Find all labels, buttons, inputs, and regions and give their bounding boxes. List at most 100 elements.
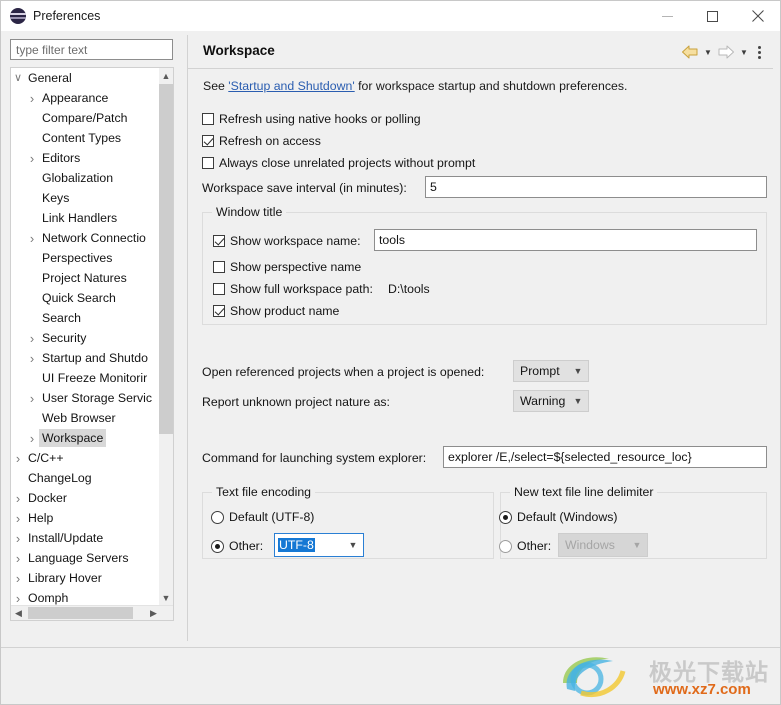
tree-item-changelog[interactable]: ChangeLog (11, 468, 161, 488)
tree-vertical-scrollbar[interactable]: ▲ ▼ (159, 68, 173, 606)
tree-item-perspectives[interactable]: Perspectives (11, 248, 161, 268)
checkbox-always-close-unrelated[interactable]: Always close unrelated projects without … (202, 156, 475, 170)
checkbox-box (213, 261, 225, 273)
checkbox-show-full-workspace-path[interactable]: Show full workspace path: (213, 282, 373, 296)
checkbox-refresh-on-access[interactable]: Refresh on access (202, 134, 321, 148)
tree-item-project-natures[interactable]: Project Natures (11, 268, 161, 288)
radio-encoding-default[interactable]: Default (UTF-8) (211, 510, 314, 524)
scroll-right-icon[interactable]: ▶ (146, 606, 161, 620)
checkbox-refresh-native-hooks[interactable]: Refresh using native hooks or polling (202, 112, 421, 126)
minimize-icon[interactable] (645, 1, 690, 31)
chevron-right-icon[interactable]: › (25, 332, 39, 345)
close-icon[interactable] (735, 1, 780, 31)
save-interval-label: Workspace save interval (in minutes): (202, 181, 407, 195)
tree-horizontal-scrollbar[interactable]: ◀ ▶ (11, 605, 173, 620)
chevron-right-icon[interactable]: › (11, 532, 25, 545)
tree-item-docker[interactable]: › Docker (11, 488, 161, 508)
filter-placeholder: type filter text (16, 42, 88, 57)
tree-item-compare-patch[interactable]: Compare/Patch (11, 108, 161, 128)
workspace-name-input[interactable]: tools (374, 229, 757, 251)
tree-item-content-types[interactable]: Content Types (11, 128, 161, 148)
maximize-icon[interactable] (690, 1, 735, 31)
chevron-right-icon[interactable]: › (11, 452, 25, 465)
chevron-right-icon[interactable]: › (25, 392, 39, 405)
scroll-down-icon[interactable]: ▼ (159, 590, 173, 606)
window-title: Preferences (33, 9, 101, 23)
checkbox-box (202, 113, 214, 125)
save-interval-input[interactable]: 5 (425, 176, 767, 198)
chevron-down-icon[interactable]: ∨ (11, 72, 25, 84)
chevron-right-icon[interactable]: › (25, 92, 39, 105)
tree-item-editors[interactable]: › Editors (11, 148, 161, 168)
chevron-right-icon[interactable]: › (11, 572, 25, 585)
startup-shutdown-link[interactable]: 'Startup and Shutdown' (228, 79, 354, 93)
tree-item-install-update[interactable]: › Install/Update (11, 528, 161, 548)
tree-item-quick-search[interactable]: Quick Search (11, 288, 161, 308)
open-referenced-dropdown[interactable]: Prompt ▼ (513, 360, 589, 382)
tree-item-label: Compare/Patch (42, 111, 128, 125)
tree-item-language-servers[interactable]: › Language Servers (11, 548, 161, 568)
tree-item-ui-freeze-monitorir[interactable]: UI Freeze Monitorir (11, 368, 161, 388)
checkbox-show-perspective-name[interactable]: Show perspective name (213, 260, 361, 274)
tree-item-general[interactable]: ∨ General (11, 68, 161, 88)
chevron-right-icon[interactable]: › (11, 492, 25, 505)
footer-bar: ? (1, 648, 780, 704)
scroll-up-icon[interactable]: ▲ (159, 68, 173, 84)
scroll-left-icon[interactable]: ◀ (11, 606, 26, 620)
radio-encoding-other[interactable]: Other: (211, 539, 263, 553)
radio-circle (499, 510, 512, 524)
back-menu-chevron-down-icon[interactable]: ▼ (701, 41, 715, 63)
tree-item-label: Appearance (42, 91, 109, 105)
chevron-right-icon[interactable]: › (25, 352, 39, 365)
tree-item-appearance[interactable]: › Appearance (11, 88, 161, 108)
tree-item-workspace[interactable]: › Workspace (11, 428, 161, 448)
tree-item-label: Docker (28, 491, 67, 505)
tree-item-label: ChangeLog (28, 471, 92, 485)
radio-delimiter-default[interactable]: Default (Windows) (499, 510, 617, 524)
chevron-right-icon[interactable]: › (25, 432, 39, 445)
tree-item-security[interactable]: › Security (11, 328, 161, 348)
checkbox-show-product-name[interactable]: Show product name (213, 304, 339, 318)
chevron-right-icon[interactable]: › (25, 232, 39, 245)
tree-item-startup-and-shutdo[interactable]: › Startup and Shutdo (11, 348, 161, 368)
kebab-menu-icon[interactable] (751, 41, 767, 63)
checkbox-label: Show full workspace path: (230, 282, 373, 296)
tree-item-label: Oomph (28, 591, 69, 605)
preferences-dialog: Preferences type filter text ∨ General › Ap… (0, 0, 781, 705)
tree-item-link-handlers[interactable]: Link Handlers (11, 208, 161, 228)
chevron-right-icon[interactable]: › (11, 592, 25, 605)
tree-item-globalization[interactable]: Globalization (11, 168, 161, 188)
report-nature-dropdown[interactable]: Warning ▼ (513, 390, 589, 412)
tree-item-oomph[interactable]: › Oomph (11, 588, 161, 606)
checkbox-box (213, 283, 225, 295)
encoding-other-dropdown[interactable]: UTF-8 ▼ (274, 533, 364, 557)
tree-item-help[interactable]: › Help (11, 508, 161, 528)
delimiter-other-dropdown: Windows ▼ (558, 533, 648, 557)
tree-item-c-c[interactable]: › C/C++ (11, 448, 161, 468)
chevron-right-icon[interactable]: › (25, 152, 39, 165)
forward-arrow-icon (715, 41, 737, 63)
tree-item-search[interactable]: Search (11, 308, 161, 328)
description-prefix: See (203, 79, 229, 93)
checkbox-show-workspace-name[interactable]: Show workspace name: (213, 234, 361, 248)
tree-item-network-connectio[interactable]: › Network Connectio (11, 228, 161, 248)
tree-item-label: Library Hover (28, 571, 102, 585)
preferences-tree[interactable]: ∨ General › Appearance Compare/Patch Content … (10, 67, 174, 621)
back-arrow-icon[interactable] (679, 41, 701, 63)
scroll-thumb-horizontal[interactable] (28, 607, 133, 619)
tree-item-keys[interactable]: Keys (11, 188, 161, 208)
window-controls (645, 1, 780, 31)
tree-item-library-hover[interactable]: › Library Hover (11, 568, 161, 588)
tree-item-web-browser[interactable]: Web Browser (11, 408, 161, 428)
checkbox-box (213, 235, 225, 247)
chevron-right-icon[interactable]: › (11, 552, 25, 565)
radio-delimiter-other[interactable]: Other: (499, 539, 551, 553)
explorer-command-input[interactable]: explorer /E,/select=${selected_resource_… (443, 446, 767, 468)
page-description: See 'Startup and Shutdown' for workspace… (203, 79, 627, 93)
tree-item-user-storage-servic[interactable]: › User Storage Servic (11, 388, 161, 408)
checkbox-label: Show product name (230, 304, 340, 318)
forward-menu-chevron-down-icon[interactable]: ▼ (737, 41, 751, 63)
filter-input[interactable]: type filter text (10, 39, 173, 60)
chevron-right-icon[interactable]: › (11, 512, 25, 525)
scroll-thumb-vertical[interactable] (159, 84, 173, 434)
